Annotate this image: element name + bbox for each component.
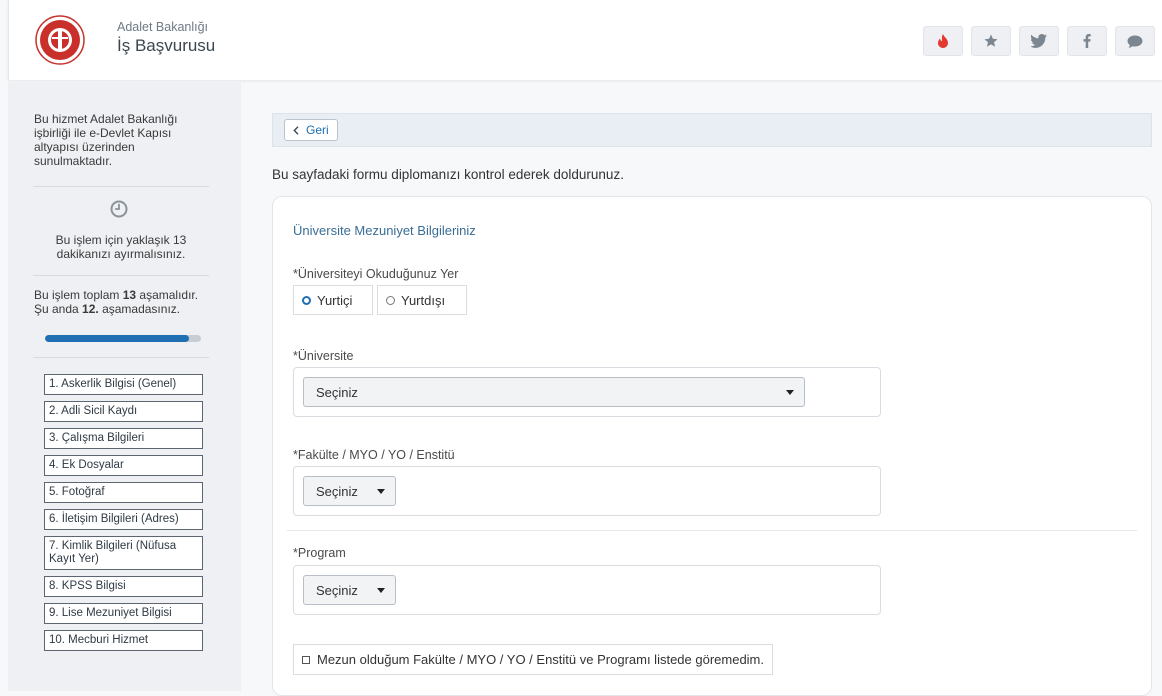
- sidebar-step-item[interactable]: 4. Ek Dosyalar: [44, 455, 203, 476]
- feedback-button[interactable]: [1115, 26, 1155, 56]
- sidebar-divider: [33, 357, 209, 358]
- program-label: *Program: [293, 546, 346, 560]
- faculty-value: Seçiniz: [316, 483, 358, 499]
- location-label: *Üniversiteyi Okuduğunuz Yer: [293, 267, 459, 281]
- caret-down-icon: [377, 587, 385, 593]
- card-title: Üniversite Mezuniyet Bilgileriniz: [293, 223, 476, 238]
- sidebar-step-item[interactable]: 5. Fotoğraf: [44, 482, 203, 503]
- ministry-logo-icon: [35, 15, 85, 65]
- sidebar-step-item[interactable]: 9. Lise Mezuniyet Bilgisi: [44, 603, 203, 624]
- form-instruction: Bu sayfadaki formu diplomanızı kontrol e…: [272, 167, 624, 182]
- program-field: Seçiniz: [293, 565, 881, 615]
- university-value: Seçiniz: [316, 384, 358, 400]
- not-listed-checkbox[interactable]: Mezun olduğum Fakülte / MYO / YO / Ensti…: [293, 644, 774, 675]
- radio-yurtici[interactable]: Yurtiçi: [293, 285, 373, 315]
- header-actions: [923, 26, 1155, 56]
- progress-bar: [45, 335, 201, 342]
- radio-yurtdisi-label: Yurtdışı: [401, 292, 446, 308]
- university-label: *Üniversite: [293, 349, 354, 363]
- faculty-select[interactable]: Seçiniz: [303, 476, 396, 506]
- estimated-time-text: Bu işlem için yaklaşık 13 dakikanızı ayı…: [55, 233, 187, 261]
- twitter-share-button[interactable]: [1019, 26, 1059, 56]
- back-label: Geri: [306, 123, 329, 137]
- radio-yurtdisi[interactable]: Yurtdışı: [377, 285, 467, 315]
- progress-fill: [45, 335, 189, 342]
- twitter-icon: [1031, 34, 1047, 48]
- favorite-button[interactable]: [971, 26, 1011, 56]
- form-card: Üniversite Mezuniyet Bilgileriniz *Ünive…: [272, 196, 1152, 696]
- facebook-share-button[interactable]: [1067, 26, 1107, 56]
- step-list: 1. Askerlik Bilgisi (Genel) 2. Adli Sicil…: [44, 374, 208, 657]
- fire-icon: [938, 34, 948, 48]
- sidebar-divider: [33, 186, 209, 187]
- header: Adalet Bakanlığı İş Başvurusu: [8, 0, 1162, 80]
- service-info-text: Bu hizmet Adalet Bakanlığı işbirliği ile…: [34, 112, 178, 168]
- faculty-field: Seçiniz: [293, 466, 881, 516]
- comment-icon: [1127, 35, 1143, 48]
- program-value: Seçiniz: [316, 582, 358, 598]
- back-bar: Geri: [272, 113, 1152, 147]
- sidebar-divider: [33, 275, 209, 276]
- sidebar-step-item[interactable]: 3. Çalışma Bilgileri: [44, 428, 203, 449]
- facebook-icon: [1083, 34, 1091, 48]
- caret-down-icon: [377, 488, 385, 494]
- popular-button[interactable]: [923, 26, 963, 56]
- university-select[interactable]: Seçiniz: [303, 377, 805, 407]
- current-step: 12.: [82, 302, 99, 316]
- caret-down-icon: [786, 389, 794, 395]
- faculty-label: *Fakülte / MYO / YO / Enstitü: [293, 448, 455, 462]
- back-button[interactable]: Geri: [284, 119, 338, 141]
- sidebar-step-item[interactable]: 8. KPSS Bilgisi: [44, 576, 203, 597]
- clock-icon: [110, 200, 128, 218]
- star-icon: [984, 34, 998, 47]
- university-field: Seçiniz: [293, 367, 881, 417]
- sidebar: Bu hizmet Adalet Bakanlığı işbirliği ile…: [8, 82, 241, 691]
- sidebar-step-item[interactable]: 10. Mecburi Hizmet: [44, 630, 203, 651]
- sidebar-step-item[interactable]: 6. İletişim Bilgileri (Adres): [44, 509, 203, 530]
- service-name: İş Başvurusu: [117, 36, 216, 55]
- sidebar-step-item[interactable]: 2. Adli Sicil Kaydı: [44, 401, 203, 422]
- total-steps: 13: [122, 288, 137, 302]
- checkbox-icon: [302, 655, 310, 664]
- sidebar-step-item[interactable]: 1. Askerlik Bilgisi (Genel): [44, 374, 203, 395]
- section-divider: [287, 530, 1137, 531]
- sidebar-step-item[interactable]: 7. Kimlik Bilgileri (Nüfusa Kayıt Yer): [44, 536, 203, 570]
- not-listed-label: Mezun olduğum Fakülte / MYO / YO / Ensti…: [317, 652, 765, 667]
- radio-checked-icon: [302, 295, 311, 305]
- chevron-left-icon: [293, 125, 299, 135]
- radio-yurtici-label: Yurtiçi: [317, 292, 353, 308]
- radio-unchecked-icon: [386, 295, 395, 305]
- step-status-text: Bu işlem toplam 13 aşamalıdır. Şu anda 1…: [34, 288, 199, 316]
- program-select[interactable]: Seçiniz: [303, 575, 396, 605]
- org-name: Adalet Bakanlığı: [117, 20, 209, 34]
